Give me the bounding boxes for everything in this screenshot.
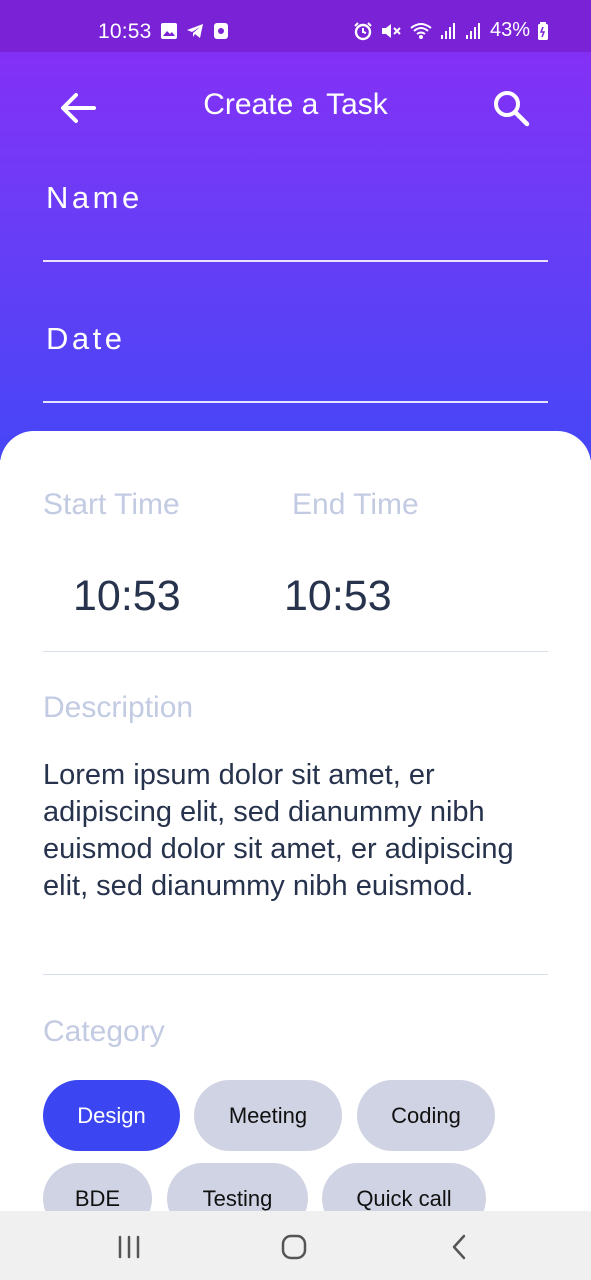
description-text[interactable]: Lorem ipsum dolor sit amet, er adipiscin… xyxy=(43,757,548,905)
description-label: Description xyxy=(43,691,194,724)
status-time: 10:53 xyxy=(98,20,152,43)
header-gradient: 10:53 43% Create a Task Name Date xyxy=(0,0,591,460)
recent-apps-icon[interactable] xyxy=(115,1233,143,1261)
image-icon xyxy=(161,23,177,39)
divider xyxy=(43,974,548,975)
system-nav-bar xyxy=(0,1211,591,1280)
name-underline xyxy=(43,260,548,262)
chip-coding[interactable]: Coding xyxy=(357,1080,495,1151)
create-task-screen: 10:53 43% Create a Task Name Date Start … xyxy=(0,0,591,1280)
notification-icons xyxy=(160,22,230,40)
app-icon xyxy=(214,23,228,39)
end-time-label: End Time xyxy=(292,488,419,521)
back-icon[interactable] xyxy=(446,1233,474,1261)
mute-icon xyxy=(381,23,401,38)
battery-icon xyxy=(538,21,548,40)
start-time-value[interactable]: 10:53 xyxy=(73,572,181,621)
start-time-label: Start Time xyxy=(43,488,180,521)
chip-design[interactable]: Design xyxy=(43,1080,180,1151)
home-icon[interactable] xyxy=(280,1233,308,1261)
wifi-icon xyxy=(410,22,432,39)
date-underline xyxy=(43,401,548,403)
chip-meeting[interactable]: Meeting xyxy=(194,1080,342,1151)
telegram-icon xyxy=(187,24,203,38)
signal-icon xyxy=(440,22,455,39)
date-label: Date xyxy=(46,321,126,356)
divider xyxy=(43,651,548,652)
category-label: Category xyxy=(43,1015,165,1048)
end-time-value[interactable]: 10:53 xyxy=(284,572,392,621)
alarm-icon xyxy=(354,21,372,40)
name-label: Name xyxy=(46,180,143,215)
name-field[interactable]: Name xyxy=(43,180,548,262)
app-bar: Create a Task xyxy=(0,60,591,150)
battery-percent: 43% xyxy=(489,19,530,41)
search-icon[interactable] xyxy=(490,87,532,129)
system-status-icons: 43% xyxy=(353,19,549,42)
date-field[interactable]: Date xyxy=(43,321,548,403)
status-bar: 10:53 43% xyxy=(0,0,591,52)
signal-icon xyxy=(465,22,480,39)
